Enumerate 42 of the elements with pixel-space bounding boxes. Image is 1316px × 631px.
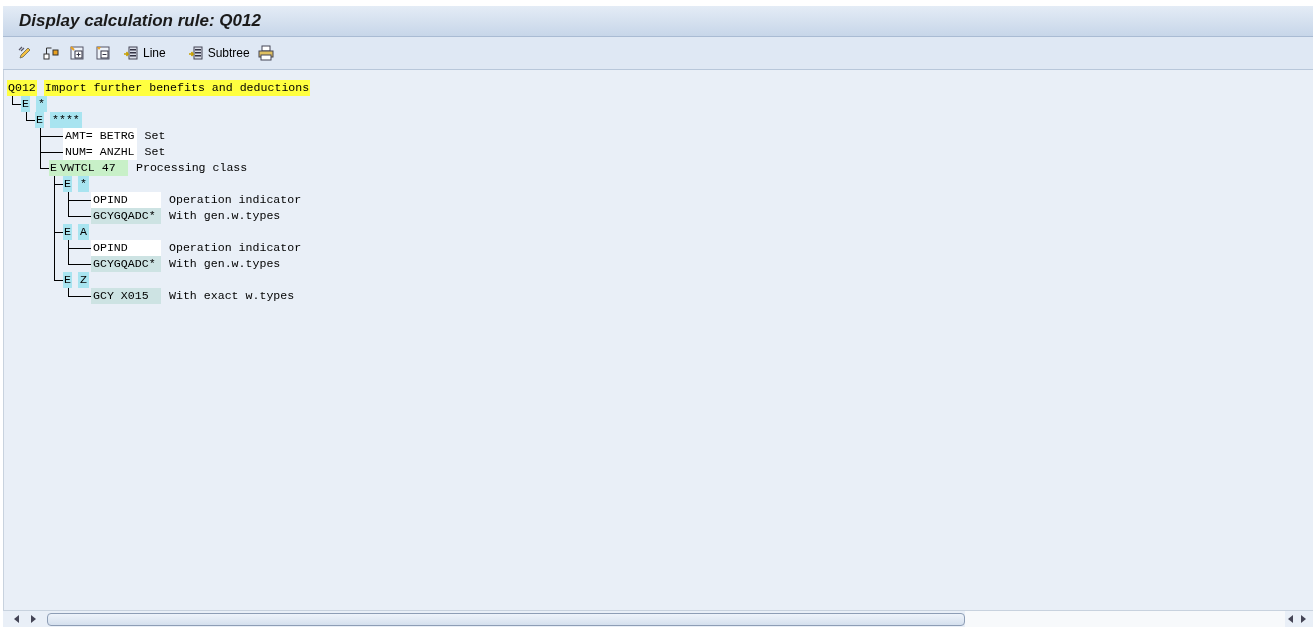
rule-description: Import further benefits and deductions — [43, 80, 311, 96]
collapse-icon[interactable] — [93, 43, 113, 63]
node-text: Set — [144, 128, 166, 144]
node-text: Set — [144, 144, 166, 160]
node-marker[interactable]: E — [49, 160, 58, 176]
node-code: AMT= BETRG — [63, 128, 137, 144]
node-code: VWTCL 47 — [57, 160, 128, 176]
scroll-left-icon[interactable] — [1288, 615, 1294, 623]
node-text: With exact w.types — [169, 288, 295, 304]
node-code: OPIND — [91, 192, 161, 208]
window-title: Display calculation rule: Q012 — [19, 10, 261, 33]
printer-icon[interactable] — [255, 43, 276, 63]
node-code: GCYGQADC* — [91, 208, 161, 224]
event-marker[interactable]: E — [35, 112, 44, 128]
scrollbar-thumb[interactable] — [47, 612, 965, 626]
node-text: With gen.w.types — [169, 208, 281, 224]
subtree-button[interactable]: Subtree — [187, 44, 250, 62]
scroll-left-icon[interactable] — [14, 615, 20, 623]
node-code: GCY X015 — [91, 288, 161, 304]
event-code: **** — [49, 112, 82, 128]
node-code: GCYGQADC* — [91, 256, 161, 272]
event-marker[interactable]: E — [63, 224, 72, 240]
node-text: Processing class — [135, 160, 248, 176]
node-text: Operation indicator — [169, 192, 302, 208]
node-text: With gen.w.types — [169, 256, 281, 272]
scroll-right-icon[interactable] — [1300, 615, 1306, 623]
line-button[interactable]: Line — [123, 44, 166, 62]
event-code: A — [77, 224, 89, 240]
node-text: Operation indicator — [169, 240, 302, 256]
event-marker[interactable]: E — [63, 272, 72, 288]
expand-icon[interactable] — [67, 43, 87, 63]
scroll-right-icon[interactable] — [30, 615, 36, 623]
event-code: * — [35, 96, 47, 112]
event-code: Z — [77, 272, 89, 288]
event-marker[interactable]: E — [63, 176, 72, 192]
event-marker[interactable]: E — [21, 96, 30, 112]
rule-code: Q012 — [7, 80, 37, 96]
list-icon — [187, 45, 204, 61]
event-code: * — [77, 176, 89, 192]
list-icon — [123, 45, 139, 61]
node-code: NUM= ANZHL — [63, 144, 137, 160]
node-code: OPIND — [91, 240, 161, 256]
